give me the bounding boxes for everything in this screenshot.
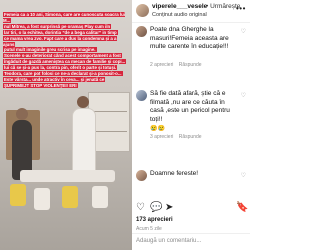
more-icon[interactable]: •••	[236, 4, 246, 13]
audio-label[interactable]: Conținut audio original	[152, 12, 207, 18]
comment-meta: 2 aprecieri Răspunde	[150, 62, 206, 68]
reply-button[interactable]: Răspunde	[179, 134, 202, 140]
overlay-line: Scenele s-au deteriorat când acest compo…	[3, 53, 122, 59]
overlay-line: ce mama vrea zvo. Fapt care a dus la con…	[3, 35, 117, 47]
person-right-head	[77, 96, 89, 108]
heart-icon[interactable]: ♡	[241, 92, 246, 99]
chair	[62, 186, 78, 208]
video-frame[interactable]: Femeia ca a 10 ani, Simona, care are cun…	[0, 0, 132, 250]
heart-icon[interactable]: ♡	[241, 172, 246, 179]
username[interactable]: viperele___vesele	[152, 3, 207, 10]
comment-text: Doamne fereste!	[150, 170, 199, 177]
commenter-avatar[interactable]	[136, 26, 147, 37]
post-header: viperele___vesele • Urmărește Conținut a…	[132, 0, 250, 23]
comment-text: Să fie dată afară, știe că e filmată ,nu…	[150, 90, 230, 123]
comment-likes[interactable]: 3 aprecieri	[150, 134, 173, 140]
comment-emoji: 😢😢	[150, 126, 165, 132]
reply-button[interactable]: Răspunde	[179, 62, 202, 68]
table	[20, 170, 115, 182]
comment-text: Poate dna Gherghe la masuri!Femeia aceas…	[150, 26, 229, 50]
overlay-line: nul Mitrea, a fost surprinsă pe oramaș P…	[3, 23, 112, 29]
overlay-line: Teodora, care pot folosi ce ne-a declara…	[3, 71, 123, 77]
commenter-avatar[interactable]	[136, 170, 147, 181]
overlay-line: putul mult imaginile greu scrisa pe imag…	[3, 47, 97, 53]
overlay-line: Femeia ca a 10 ani, Simona, care are cun…	[3, 12, 126, 23]
heart-icon[interactable]: ♡	[241, 28, 246, 35]
person-left-head	[16, 108, 28, 120]
post-actions: ♡ 💬 ➤ 🔖	[132, 202, 250, 216]
overlay-line: îngăduit de gazdă ameniștea ca mecan de …	[3, 59, 127, 65]
add-comment-input[interactable]: Adaugă un comentariu...	[136, 238, 201, 244]
commenter-avatar[interactable]	[136, 90, 147, 101]
comment-meta: 3 aprecieri Răspunde	[150, 134, 206, 140]
chair	[92, 186, 108, 208]
post-panel: viperele___vesele • Urmărește Conținut a…	[132, 0, 250, 250]
heart-icon[interactable]: ♡	[136, 202, 145, 213]
avatar-icon[interactable]	[136, 4, 149, 17]
chair	[10, 184, 26, 206]
share-icon[interactable]: ➤	[165, 202, 173, 213]
divider	[132, 233, 250, 234]
comment-icon[interactable]: 💬	[150, 202, 162, 213]
comment-likes[interactable]: 2 aprecieri	[150, 62, 173, 68]
overlay-line: ŞUPRIMEJT STOP VIOLENŢEI! ERI	[3, 82, 78, 88]
overlay-line: lar tiri, o la echitea, dorintia ”de a b…	[3, 29, 118, 35]
overlay-line: lui că se și-a pus la, contra pin, oferi…	[3, 65, 118, 71]
chair	[34, 188, 50, 210]
likes-count[interactable]: 173 aprecieri	[136, 217, 173, 223]
overlay-line: Este vârsta... unde atractiv în ceva... …	[3, 76, 106, 82]
post-date: Acum 5 zile	[136, 226, 162, 232]
overlay-caption: Femeia ca a 10 ani, Simona, care are cun…	[3, 12, 129, 89]
bookmark-icon[interactable]: 🔖	[236, 202, 248, 213]
